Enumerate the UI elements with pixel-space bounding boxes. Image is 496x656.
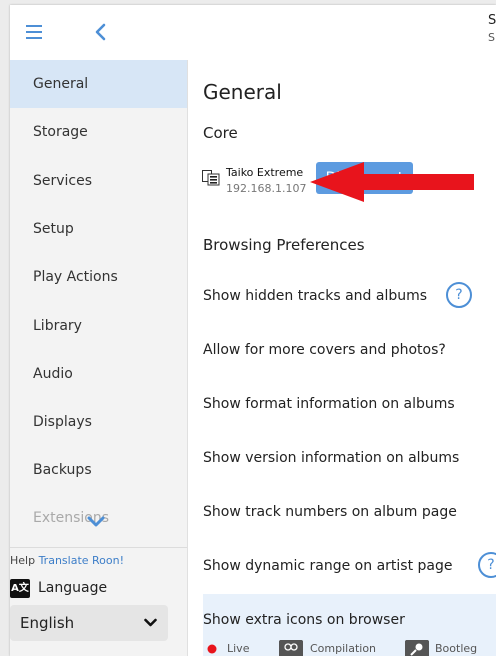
top-bar: S S (10, 5, 496, 61)
sidebar-item-displays[interactable]: Displays (10, 398, 187, 446)
hamburger-menu-icon[interactable] (24, 22, 48, 42)
sidebar-item-setup[interactable]: Setup (10, 205, 187, 253)
topbar-right-text-2: S (488, 31, 495, 44)
pref-dynamic-range: Show dynamic range on artist page (203, 558, 453, 574)
compilation-users-icon (279, 640, 303, 656)
scroll-down-chevron-icon[interactable] (86, 515, 106, 529)
sidebar-item-backups[interactable]: Backups (10, 446, 187, 494)
core-server-icon (202, 170, 220, 186)
language-select[interactable]: English (10, 605, 168, 641)
back-chevron-icon[interactable] (90, 20, 112, 44)
core-name: Taiko Extreme (226, 166, 304, 179)
chip-bootleg: Bootleg (435, 642, 478, 655)
live-dot-icon (207, 644, 217, 654)
pref-extra-icons: Show extra icons on browser (203, 612, 405, 628)
sidebar-item-library[interactable]: Library (10, 302, 187, 350)
sidebar-item-label: Play Actions (33, 269, 118, 285)
language-icon: A文 (10, 579, 30, 598)
help-label: Help (10, 554, 36, 567)
sidebar-divider (10, 547, 187, 548)
sidebar-item-audio[interactable]: Audio (10, 350, 187, 398)
sidebar-item-label: Setup (33, 221, 74, 237)
chip-compilation: Compilation (310, 642, 377, 655)
core-heading: Core (203, 124, 238, 142)
sidebar-item-label: Backups (33, 462, 92, 478)
pref-show-hidden-tracks: Show hidden tracks and albums (203, 288, 428, 304)
sidebar-item-label: General (33, 76, 89, 92)
chevron-down-icon (144, 618, 157, 627)
page-title: General (203, 80, 282, 104)
core-ip-address: 192.168.1.107 (226, 182, 307, 195)
chip-live: Live (227, 642, 250, 655)
help-translate-line: Help Translate Roon! (10, 554, 124, 567)
sidebar-item-label: Services (33, 173, 93, 189)
sidebar-item-label: Displays (33, 414, 92, 430)
sidebar-item-label: Audio (33, 366, 73, 382)
browsing-preferences-heading: Browsing Preferences (203, 236, 365, 254)
sidebar-item-label: Library (33, 318, 82, 334)
language-select-value: English (20, 614, 75, 632)
pref-format-info: Show format information on albums (203, 396, 455, 412)
help-icon[interactable]: ? (478, 552, 496, 578)
extra-icons-setting: Show extra icons on browser Live Compila… (203, 594, 496, 656)
sidebar-item-play-actions[interactable]: Play Actions (10, 253, 187, 301)
sidebar-item-services[interactable]: Services (10, 157, 187, 205)
translate-roon-link[interactable]: Translate Roon! (39, 554, 124, 567)
sidebar-item-storage[interactable]: Storage (10, 108, 187, 156)
pref-more-covers: Allow for more covers and photos? (203, 342, 446, 358)
help-icon[interactable]: ? (446, 282, 472, 308)
annotation-arrow-icon (310, 162, 474, 202)
bootleg-mic-icon (405, 640, 429, 656)
language-label: Language (38, 580, 108, 596)
pref-track-numbers: Show track numbers on album page (203, 504, 457, 520)
general-settings-panel: General Core Taiko Extreme 192.168.1.107… (188, 60, 496, 656)
sidebar-item-general[interactable]: General (10, 60, 187, 108)
pref-version-info: Show version information on albums (203, 450, 460, 466)
topbar-right-text-1: S (488, 13, 496, 28)
settings-sidebar: General Storage Services Setup Play Acti… (10, 60, 188, 656)
app-window: S S General Storage Services Setup Play … (10, 5, 496, 656)
sidebar-item-label: Storage (33, 124, 88, 140)
